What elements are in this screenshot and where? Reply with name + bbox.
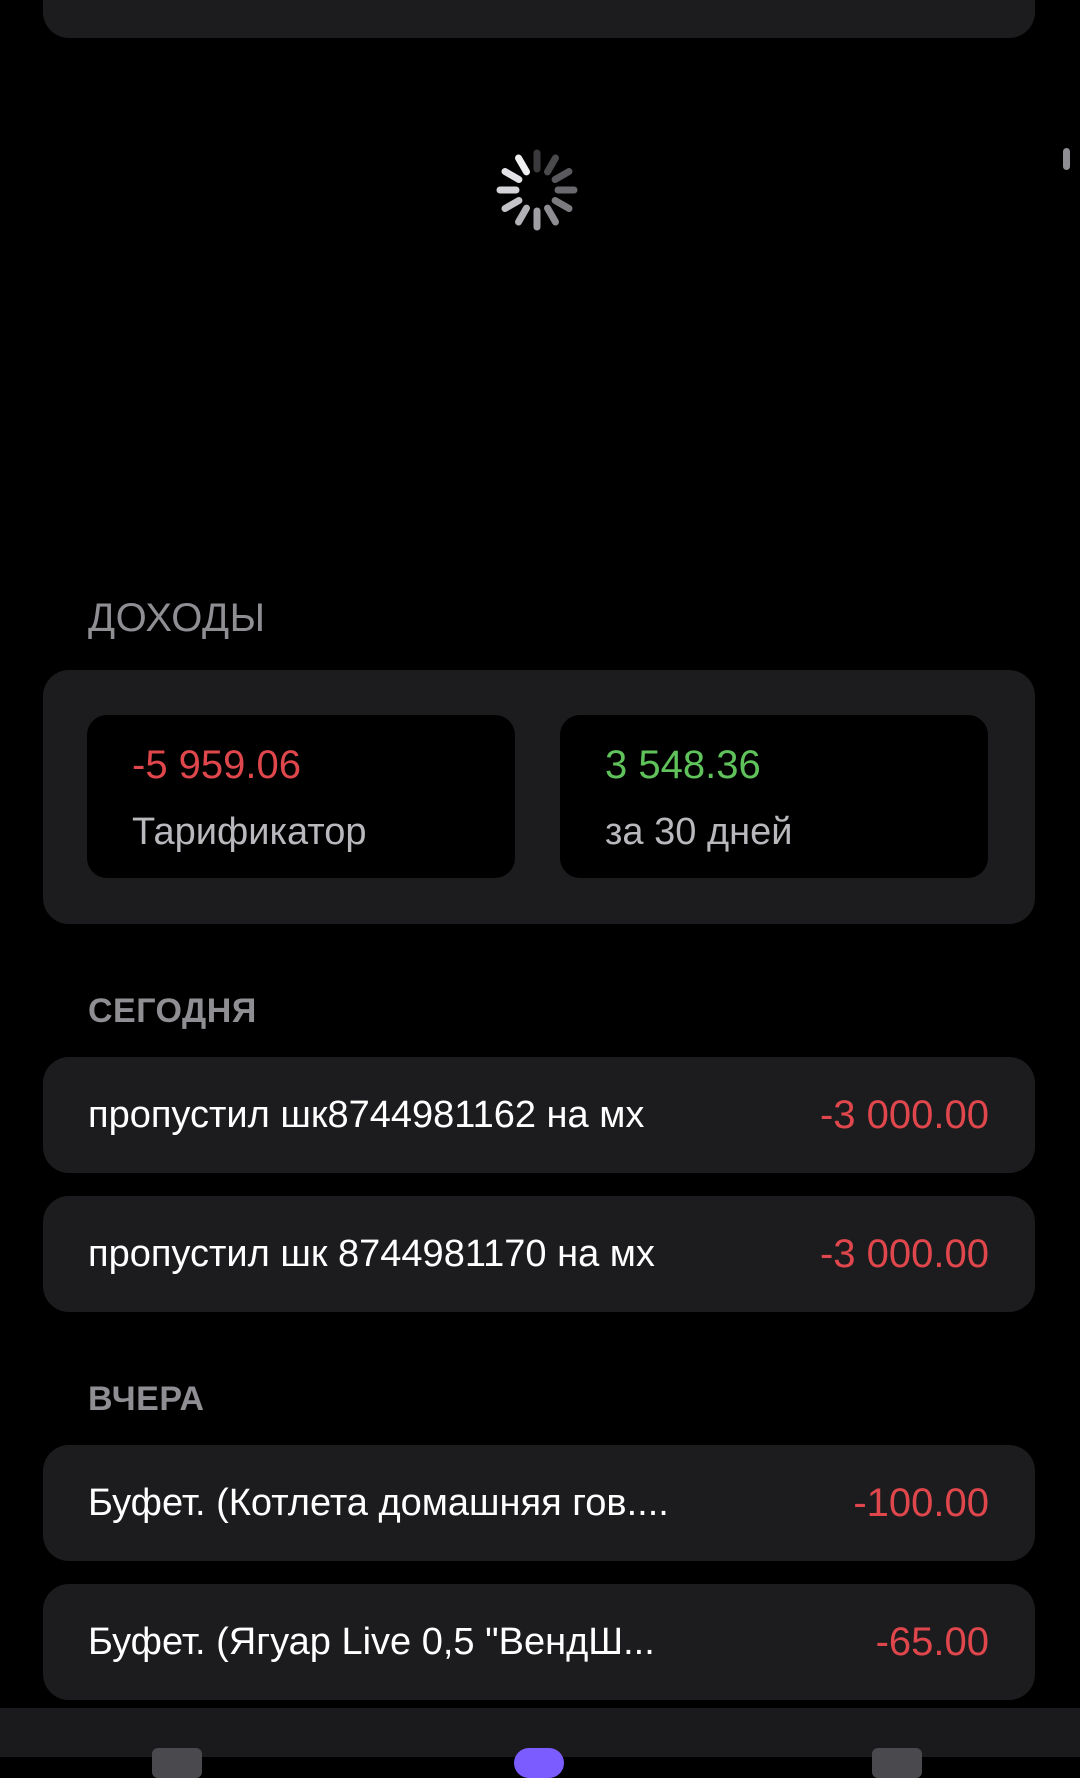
- transaction-title: Буфет. (Котлета домашняя гов....: [88, 1482, 669, 1524]
- transaction-row[interactable]: Буфет. (Ягуар Live 0,5 "ВендШ... -65.00: [43, 1584, 1035, 1700]
- income-tile-30-days[interactable]: 3 548.36 за 30 дней: [560, 715, 988, 878]
- loading-spinner-icon: [496, 149, 578, 231]
- income-tile-value: 3 548.36: [605, 743, 761, 787]
- transaction-title: Буфет. (Ягуар Live 0,5 "ВендШ...: [88, 1621, 655, 1663]
- transaction-title: пропустил шк8744981162 на мх: [88, 1094, 645, 1136]
- transaction-amount: -3 000.00: [819, 1232, 989, 1276]
- bottom-tab-bar: [0, 1708, 1080, 1778]
- transaction-amount: -3 000.00: [819, 1093, 989, 1137]
- scroll-indicator[interactable]: [1063, 148, 1070, 170]
- transaction-amount: -100.00: [853, 1481, 989, 1525]
- income-section-label: ДОХОДЫ: [88, 596, 266, 640]
- today-section-label: СЕГОДНЯ: [88, 992, 257, 1030]
- income-summary-card: -5 959.06 Тарификатор 3 548.36 за 30 дне…: [43, 670, 1035, 924]
- transaction-title: пропустил шк 8744981170 на мх: [88, 1233, 655, 1275]
- transaction-row[interactable]: пропустил шк 8744981170 на мх -3 000.00: [43, 1196, 1035, 1312]
- income-tile-tarificator[interactable]: -5 959.06 Тарификатор: [87, 715, 515, 878]
- top-card: [43, 0, 1035, 38]
- tab-icon-center[interactable]: [514, 1748, 564, 1778]
- income-tile-caption: за 30 дней: [605, 811, 793, 853]
- tab-icon-right[interactable]: [872, 1748, 922, 1778]
- yesterday-section-label: ВЧЕРА: [88, 1380, 205, 1418]
- income-tile-value: -5 959.06: [132, 743, 302, 787]
- transaction-row[interactable]: Буфет. (Котлета домашняя гов.... -100.00: [43, 1445, 1035, 1561]
- transaction-amount: -65.00: [875, 1620, 989, 1664]
- income-tile-caption: Тарификатор: [132, 811, 367, 853]
- tab-icon-left[interactable]: [152, 1748, 202, 1778]
- transaction-row[interactable]: пропустил шк8744981162 на мх -3 000.00: [43, 1057, 1035, 1173]
